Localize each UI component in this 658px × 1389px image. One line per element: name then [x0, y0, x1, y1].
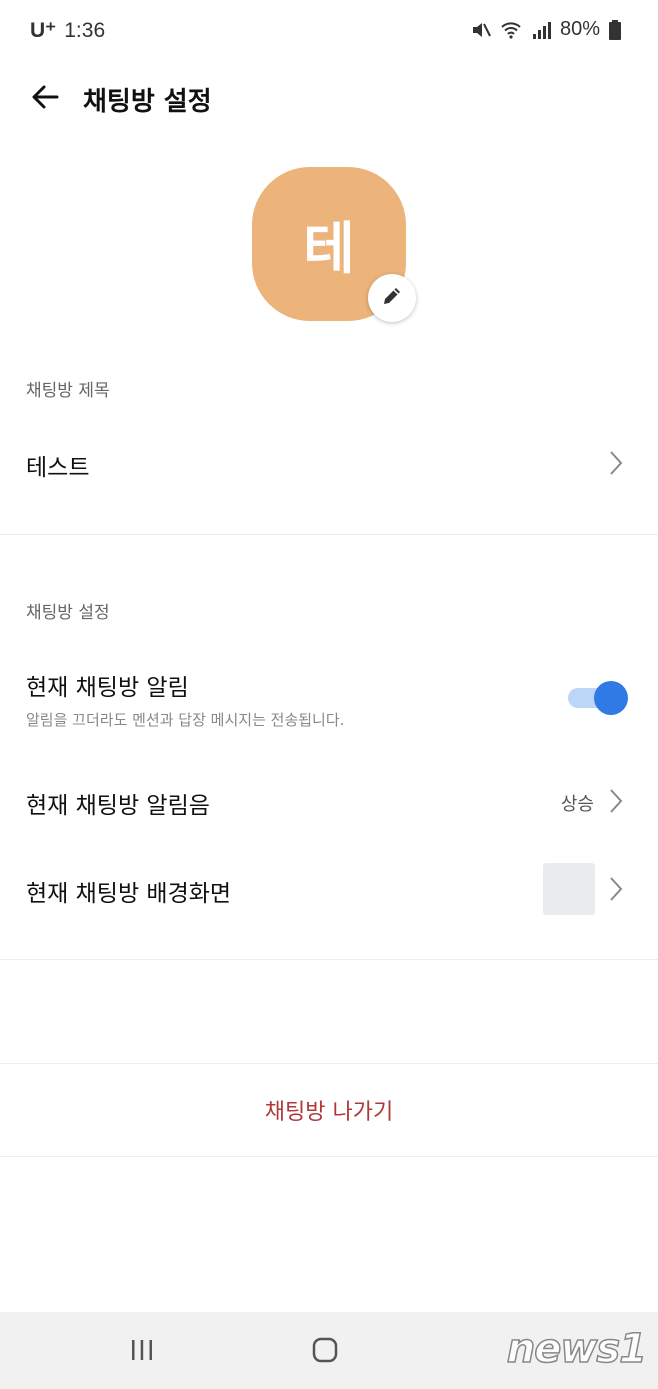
notification-toggle[interactable]	[566, 681, 628, 715]
news1-watermark: news1	[506, 1325, 648, 1373]
arrow-left-icon	[30, 82, 60, 116]
divider	[0, 534, 658, 535]
back-button[interactable]	[22, 76, 68, 122]
notification-title: 현재 채팅방 알림	[26, 675, 189, 701]
wifi-icon	[500, 19, 522, 41]
avatar-letter: 테	[303, 216, 355, 282]
toggle-knob	[594, 681, 628, 715]
pencil-icon	[381, 285, 403, 311]
app-bar: 채팅방 설정	[0, 64, 658, 134]
status-bar: U⁺ 1:36 80%	[0, 0, 658, 64]
page-title: 채팅방 설정	[83, 87, 212, 117]
chatroom-title-value: 테스트	[26, 455, 90, 481]
notification-sound-title: 현재 채팅방 알림음	[26, 793, 210, 819]
chevron-right-icon	[608, 876, 624, 902]
notification-row[interactable]: 현재 채팅방 알림 알림을 끄더라도 멘션과 답장 메시지는 전송됩니다.	[0, 660, 658, 740]
section-label-title: 채팅방 제목	[26, 381, 110, 401]
system-nav-bar: news1	[0, 1312, 658, 1389]
divider	[0, 1156, 658, 1157]
divider	[0, 959, 658, 960]
notification-subtitle: 알림을 끄더라도 멘션과 답장 메시지는 전송됩니다.	[26, 711, 345, 729]
background-title: 현재 채팅방 배경화면	[26, 881, 232, 907]
home-button[interactable]	[305, 1332, 345, 1372]
carrier-label: U⁺	[30, 19, 57, 42]
battery-icon	[608, 19, 630, 41]
status-right: 80%	[470, 18, 630, 41]
recent-apps-icon	[129, 1338, 155, 1366]
section-label-settings: 채팅방 설정	[26, 603, 110, 623]
notification-sound-row[interactable]: 현재 채팅방 알림음 상승	[0, 768, 658, 834]
signal-icon	[530, 19, 552, 41]
home-icon	[311, 1336, 339, 1368]
chevron-right-icon	[608, 450, 624, 476]
status-left: U⁺ 1:36	[30, 18, 105, 43]
battery-percent: 80%	[559, 18, 600, 40]
notification-sound-value: 상승	[560, 794, 594, 815]
chevron-right-icon	[608, 788, 624, 814]
leave-chatroom-button[interactable]: 채팅방 나가기	[0, 1064, 658, 1156]
chatroom-title-row[interactable]: 테스트	[0, 430, 658, 496]
recent-apps-button[interactable]	[122, 1332, 162, 1372]
mute-icon	[470, 19, 492, 41]
clock: 1:36	[64, 19, 106, 42]
edit-avatar-button[interactable]	[368, 274, 416, 322]
background-swatch[interactable]	[543, 863, 595, 915]
